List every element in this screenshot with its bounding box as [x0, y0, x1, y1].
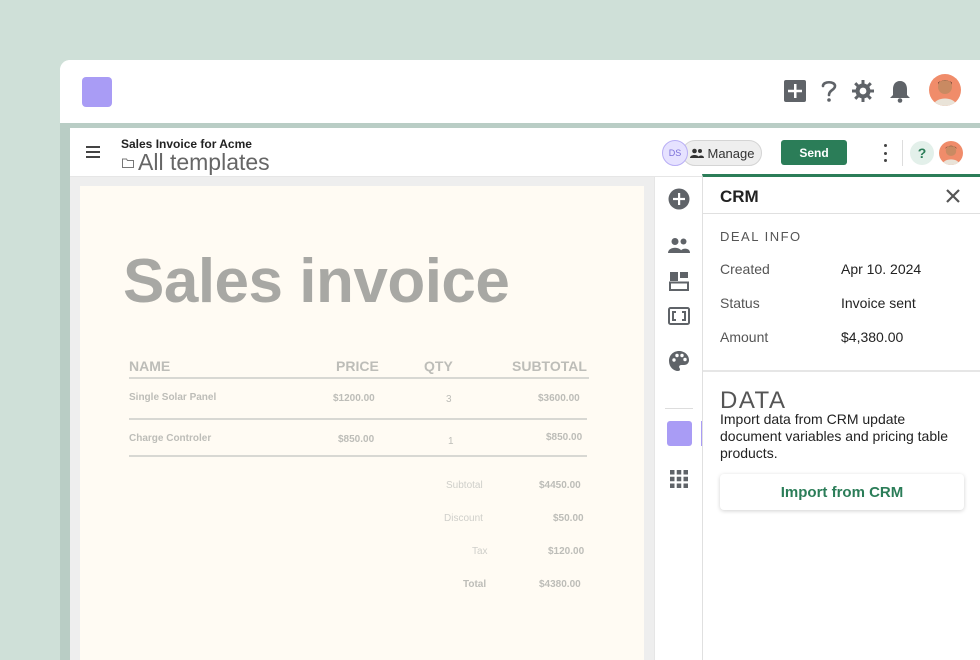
rail-divider: [665, 408, 693, 409]
send-button[interactable]: Send: [781, 140, 847, 165]
crm-panel-title: CRM: [720, 187, 759, 206]
menu-icon[interactable]: [86, 146, 100, 158]
column-header-qty: QTY: [424, 358, 453, 374]
crm-integration-icon[interactable]: [667, 421, 692, 446]
deal-amount-label: Amount: [720, 329, 769, 345]
item-name: Charge Controler: [129, 433, 212, 444]
row-rule: [129, 418, 587, 420]
folder-icon: [122, 155, 134, 168]
row-rule: [129, 455, 587, 457]
variables-icon[interactable]: [667, 304, 691, 328]
crm-section-divider: [703, 370, 980, 372]
deal-created-value: Apr 10. 2024: [841, 261, 922, 277]
manage-label: Manage: [707, 145, 755, 161]
crm-panel-header: CRM: [703, 177, 980, 214]
document-canvas: Sales invoice NAME PRICE QTY SUBTOTAL Si…: [70, 177, 654, 660]
column-header-price: PRICE: [336, 358, 379, 374]
app-window: Sales Invoice for Acme All templates Man…: [60, 60, 980, 660]
user-avatar[interactable]: [929, 74, 961, 106]
discount-value: $50.00: [553, 513, 584, 524]
help-button[interactable]: ?: [910, 141, 934, 165]
tax-label: Tax: [472, 546, 488, 557]
user-avatar-small[interactable]: [939, 141, 963, 165]
deal-status-value: Invoice sent: [841, 295, 916, 311]
deal-info-heading: DEAL INFO: [720, 229, 802, 244]
total-label: Total: [463, 579, 487, 590]
table-header-rule: [129, 377, 589, 379]
editor-stage: Sales Invoice for Acme All templates Man…: [60, 123, 980, 660]
deal-amount-value: $4,380.00: [841, 329, 904, 345]
subtotal-value: $4450.00: [539, 480, 581, 491]
column-header-subtotal: SUBTOTAL: [512, 358, 587, 374]
item-qty: 3: [446, 394, 452, 405]
top-bar: [60, 60, 980, 123]
recipients-icon[interactable]: [667, 233, 691, 257]
deal-created-label: Created: [720, 261, 770, 277]
more-options-icon[interactable]: [882, 144, 888, 162]
item-qty: 1: [448, 436, 454, 447]
item-price: $1200.00: [333, 393, 375, 404]
layout-icon[interactable]: [667, 269, 691, 293]
all-templates-link[interactable]: All templates: [138, 149, 270, 176]
collaborator-badge[interactable]: DS: [662, 140, 688, 166]
bell-icon[interactable]: [886, 77, 914, 105]
tax-value: $120.00: [548, 546, 585, 557]
manage-button[interactable]: Manage: [682, 140, 762, 166]
editor-header: Sales Invoice for Acme All templates Man…: [70, 128, 980, 177]
plus-icon[interactable]: [781, 77, 809, 105]
editor: Sales Invoice for Acme All templates Man…: [70, 128, 980, 660]
add-block-icon[interactable]: [667, 187, 691, 211]
apps-grid-icon[interactable]: [667, 467, 691, 491]
invoice-title[interactable]: Sales invoice: [123, 246, 510, 317]
crm-panel: CRM DEAL INFO Created Apr 10. 2024 Statu…: [702, 174, 980, 660]
settings-icon[interactable]: [849, 77, 877, 105]
item-name: Single Solar Panel: [129, 392, 217, 403]
column-header-name: NAME: [129, 358, 171, 374]
header-divider: [902, 140, 903, 166]
subtotal-label: Subtotal: [446, 480, 483, 491]
help-icon[interactable]: [815, 77, 843, 105]
item-subtotal: $3600.00: [538, 393, 580, 404]
tool-rail: [654, 177, 704, 660]
close-icon[interactable]: [945, 188, 961, 204]
deal-status-label: Status: [720, 295, 760, 311]
people-icon: [689, 148, 704, 158]
data-description: Import data from CRM update document var…: [720, 411, 949, 461]
import-from-crm-button[interactable]: Import from CRM: [720, 474, 964, 510]
discount-label: Discount: [444, 513, 483, 524]
total-value: $4380.00: [539, 579, 581, 590]
item-subtotal: $850.00: [546, 432, 583, 443]
app-logo[interactable]: [82, 77, 112, 107]
invoice-page[interactable]: Sales invoice NAME PRICE QTY SUBTOTAL Si…: [80, 186, 644, 660]
item-price: $850.00: [338, 434, 375, 445]
design-icon[interactable]: [667, 349, 691, 373]
